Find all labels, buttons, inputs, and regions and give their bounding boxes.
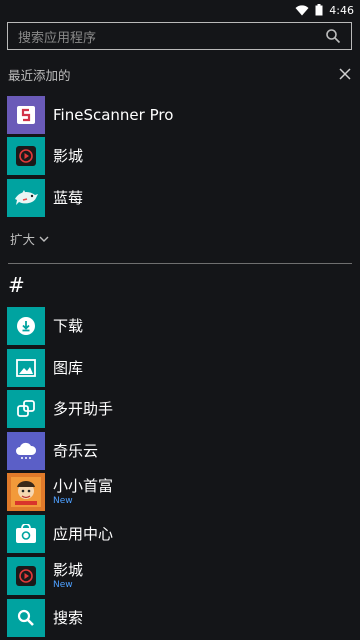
app-label: 影城: [53, 147, 84, 165]
store-icon: [7, 515, 45, 553]
list-item-download[interactable]: 下载: [7, 306, 347, 346]
search-input[interactable]: 搜索应用程序: [7, 22, 352, 50]
status-bar: 4:46: [0, 0, 360, 20]
chevron-down-icon: [39, 236, 49, 242]
app-label: 蓝莓: [53, 189, 84, 207]
list-item-multi-open[interactable]: 多开助手: [7, 389, 347, 429]
new-badge: New: [53, 580, 73, 590]
download-icon: [7, 307, 45, 345]
app-label: FineScanner Pro: [53, 106, 174, 124]
list-item-finescanner[interactable]: FineScanner Pro: [7, 95, 347, 135]
search-placeholder: 搜索应用程序: [18, 30, 97, 46]
dolphin-icon: [7, 179, 45, 217]
battery-icon: [315, 4, 323, 16]
expand-button[interactable]: 扩大: [10, 229, 49, 248]
app-label: 应用中心: [53, 525, 114, 543]
list-item-yingcheng-2[interactable]: 影城 New: [7, 556, 347, 596]
game-icon: [7, 473, 45, 511]
recently-added-title: 最近添加的: [8, 67, 71, 83]
new-badge: New: [53, 496, 73, 506]
app-label: 图库: [53, 359, 84, 377]
list-item-lanmei[interactable]: 蓝莓: [7, 178, 347, 218]
search-icon: [7, 599, 45, 637]
list-item-qileyun[interactable]: 奇乐云: [7, 431, 347, 471]
finescanner-icon: [7, 96, 45, 134]
wifi-icon: [295, 4, 309, 15]
image-icon: [7, 349, 45, 387]
recently-added-header: 最近添加的: [8, 64, 352, 84]
list-item-gallery[interactable]: 图库: [7, 348, 347, 388]
app-label: 奇乐云: [53, 442, 99, 460]
app-label: 下载: [53, 317, 84, 335]
app-label: 影城: [53, 561, 84, 579]
close-icon[interactable]: [338, 67, 352, 81]
app-label: 多开助手: [53, 400, 114, 418]
divider: [8, 263, 352, 264]
list-item-search[interactable]: 搜索: [7, 598, 347, 638]
expand-label: 扩大: [10, 232, 36, 247]
app-label: 小小首富: [53, 477, 114, 495]
list-item-xiaoxiaoshoufu[interactable]: 小小首富 New: [7, 472, 347, 512]
list-item-yingcheng[interactable]: 影城: [7, 136, 347, 176]
clone-icon: [7, 390, 45, 428]
search-icon[interactable]: [325, 28, 341, 44]
cloud-icon: [7, 432, 45, 470]
play-icon: [7, 137, 45, 175]
group-header-hash[interactable]: #: [8, 273, 25, 297]
app-label: 搜索: [53, 609, 84, 627]
list-item-app-center[interactable]: 应用中心: [7, 514, 347, 554]
status-time: 4:46: [329, 3, 354, 17]
play-icon: [7, 557, 45, 595]
